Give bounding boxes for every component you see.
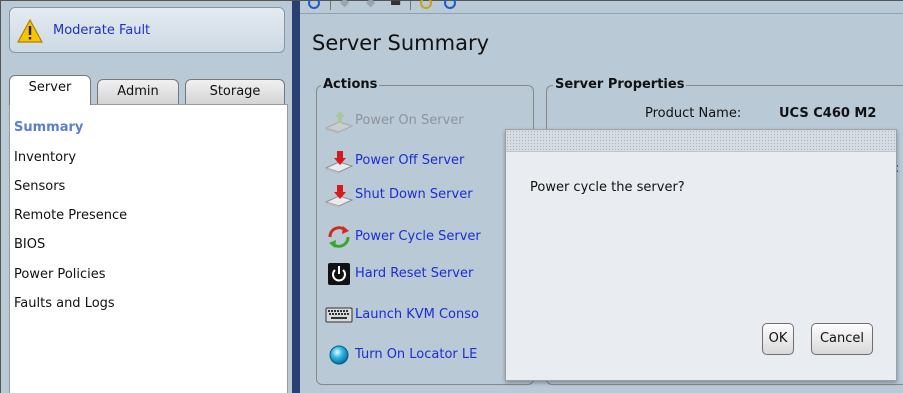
tab-storage[interactable]: Storage <box>185 79 285 105</box>
locator-toolbar-icon[interactable] <box>420 0 432 9</box>
power-on-server-action[interactable]: Power On Server <box>325 108 535 134</box>
nav-item-summary[interactable]: Summary <box>14 120 83 135</box>
power-on-server-label[interactable]: Power On Server <box>355 113 464 128</box>
hard-reset-server-label[interactable]: Hard Reset Server <box>355 266 473 281</box>
sidebar: Moderate Fault Server Admin Storage Summ… <box>1 1 292 393</box>
nav-item-sensors[interactable]: Sensors <box>14 179 65 194</box>
turn-on-locator-led-action[interactable]: Turn On Locator LE <box>325 342 535 368</box>
actions-group: Actions Power On Server Power Off Server <box>316 77 535 385</box>
actions-group-title: Actions <box>321 77 380 92</box>
reset-toolbar-icon[interactable]: ◆ <box>366 0 375 9</box>
product-name-value: UCS C460 M2 <box>779 106 877 121</box>
power-off-server-icon <box>325 151 353 174</box>
launch-kvm-console-action[interactable]: Launch KVM Conso <box>325 302 535 328</box>
power-cycle-icon <box>328 226 350 248</box>
locator-led-icon <box>329 345 349 365</box>
pane-splitter[interactable] <box>292 1 300 393</box>
power-off-server-action[interactable]: Power Off Server <box>325 148 535 174</box>
power-off-server-label[interactable]: Power Off Server <box>355 153 464 168</box>
tab-server[interactable]: Server <box>9 75 91 105</box>
launch-kvm-console-label[interactable]: Launch KVM Conso <box>355 307 479 322</box>
page-title: Server Summary <box>312 31 490 55</box>
hard-reset-icon <box>328 263 350 285</box>
nav-item-inventory[interactable]: Inventory <box>14 150 76 165</box>
confirm-dialog: Power cycle the server? OK Cancel <box>505 129 897 381</box>
nav-item-power-policies[interactable]: Power Policies <box>14 267 106 282</box>
product-name-label: Product Name: <box>645 106 742 121</box>
sidebar-tabs: Server Admin Storage <box>9 75 285 105</box>
nav-item-faults-and-logs[interactable]: Faults and Logs <box>14 296 115 311</box>
toolbar-separator <box>330 1 331 10</box>
dialog-titlebar[interactable] <box>506 130 896 152</box>
server-properties-title: Server Properties <box>553 77 687 92</box>
fault-label[interactable]: Moderate Fault <box>53 23 150 38</box>
ok-button[interactable]: OK <box>762 323 794 355</box>
turn-on-locator-led-label[interactable]: Turn On Locator LE <box>355 347 477 362</box>
help-toolbar-icon[interactable] <box>444 0 456 9</box>
nav-item-bios[interactable]: BIOS <box>14 237 45 252</box>
hard-reset-server-action[interactable]: Hard Reset Server <box>325 261 535 287</box>
power-on-server-icon <box>325 111 353 134</box>
nav-item-remote-presence[interactable]: Remote Presence <box>14 208 127 223</box>
tab-admin[interactable]: Admin <box>97 79 179 105</box>
shut-down-server-action[interactable]: Shut Down Server <box>325 182 535 208</box>
app-window: Moderate Fault Server Admin Storage Summ… <box>0 0 903 393</box>
power-cycle-server-action[interactable]: Power Cycle Server <box>325 224 535 250</box>
warning-triangle-icon <box>17 19 43 43</box>
toolbar: ◆ ◆ ▬ <box>300 0 903 11</box>
toolbar-separator <box>410 1 411 10</box>
keyboard-icon <box>325 307 353 323</box>
kvm-toolbar-icon[interactable]: ▬ <box>390 0 401 9</box>
fault-summary[interactable]: Moderate Fault <box>9 7 285 53</box>
dialog-message: Power cycle the server? <box>530 180 685 195</box>
cancel-button[interactable]: Cancel <box>811 323 873 355</box>
power-toolbar-icon[interactable]: ◆ <box>340 0 349 9</box>
shut-down-server-icon <box>325 185 353 208</box>
shut-down-server-label[interactable]: Shut Down Server <box>355 187 473 202</box>
refresh-icon[interactable] <box>308 0 320 9</box>
nav-panel: Summary Inventory Sensors Remote Presenc… <box>9 104 288 393</box>
power-cycle-server-label[interactable]: Power Cycle Server <box>355 229 481 244</box>
